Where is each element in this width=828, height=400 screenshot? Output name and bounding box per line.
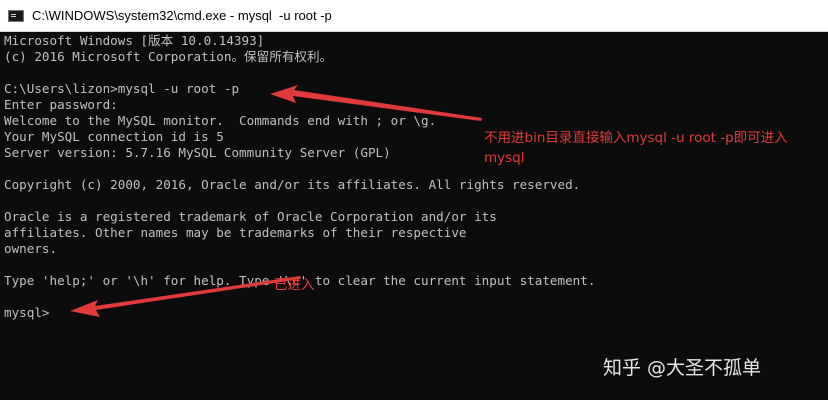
console-line: owners. (4, 241, 58, 256)
console-line: Welcome to the MySQL monitor. Commands e… (4, 113, 437, 128)
entered-annotation: 已进入 (274, 277, 315, 293)
window-title: C:\WINDOWS\system32\cmd.exe - mysql -u r… (32, 8, 332, 23)
console-line: (c) 2016 Microsoft Corporation。保留所有权利。 (4, 49, 333, 64)
console-line: Type 'help;' or '\h' for help. Type '\c'… (4, 273, 596, 288)
watermark: 知乎 @大圣不孤单 (603, 357, 762, 379)
mysql-prompt[interactable]: mysql> (4, 305, 824, 321)
console-command-line: C:\Users\lizon>mysql -u root -p (4, 81, 240, 96)
console-app-icon (8, 10, 24, 22)
console-line: Copyright (c) 2000, 2016, Oracle and/or … (4, 177, 581, 192)
console-line: affiliates. Other names may be trademark… (4, 225, 467, 240)
console-line: Oracle is a registered trademark of Orac… (4, 209, 497, 224)
command-annotation: 不用进bin目录直接输入mysql -u root -p即可进入mysql (484, 130, 788, 166)
console-line: Enter password: (4, 97, 118, 112)
console-line: Microsoft Windows [版本 10.0.14393] (4, 33, 265, 48)
title-bar[interactable]: C:\WINDOWS\system32\cmd.exe - mysql -u r… (0, 0, 828, 32)
cmd-window: C:\WINDOWS\system32\cmd.exe - mysql -u r… (0, 0, 828, 400)
console-output[interactable]: Microsoft Windows [版本 10.0.14393] (c) 20… (4, 33, 824, 393)
